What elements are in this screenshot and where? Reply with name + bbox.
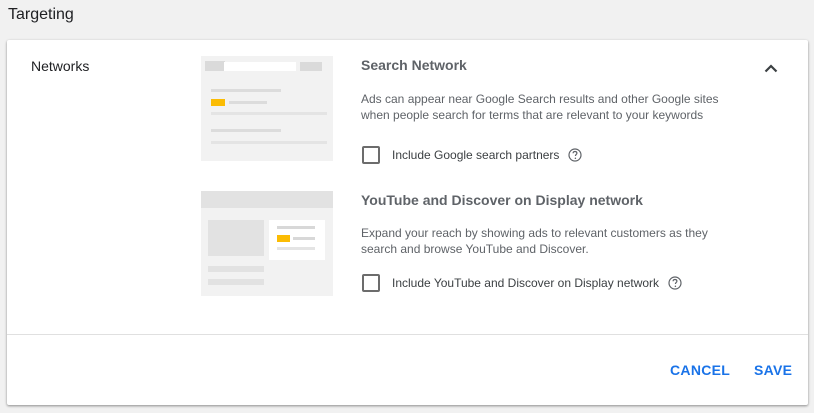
divider (7, 334, 808, 335)
search-partners-label: Include Google search partners (392, 148, 560, 162)
display-network-description: Expand your reach by showing ads to rele… (361, 226, 708, 256)
display-network-option[interactable]: Include YouTube and Discover on Display … (362, 274, 682, 292)
collapse-button[interactable] (759, 56, 783, 80)
chevron-up-icon (764, 63, 778, 72)
search-partners-option[interactable]: Include Google search partners (362, 146, 583, 164)
search-partners-checkbox[interactable] (362, 146, 380, 164)
save-button[interactable]: SAVE (754, 362, 792, 378)
search-network-description: Ads can appear near Google Search result… (361, 92, 719, 122)
display-network-illustration (201, 191, 333, 296)
display-network-title: YouTube and Discover on Display network (361, 192, 643, 208)
display-network-checkbox[interactable] (362, 274, 380, 292)
search-network-title: Search Network (361, 57, 467, 73)
help-icon[interactable] (668, 276, 682, 290)
cancel-button[interactable]: CANCEL (670, 362, 730, 378)
networks-label: Networks (31, 58, 90, 74)
help-icon[interactable] (568, 148, 583, 162)
display-network-label: Include YouTube and Discover on Display … (392, 276, 660, 290)
search-network-illustration (201, 56, 333, 161)
networks-card: Networks Search Network Ads can appear n… (7, 40, 808, 405)
section-title: Targeting (8, 6, 74, 23)
